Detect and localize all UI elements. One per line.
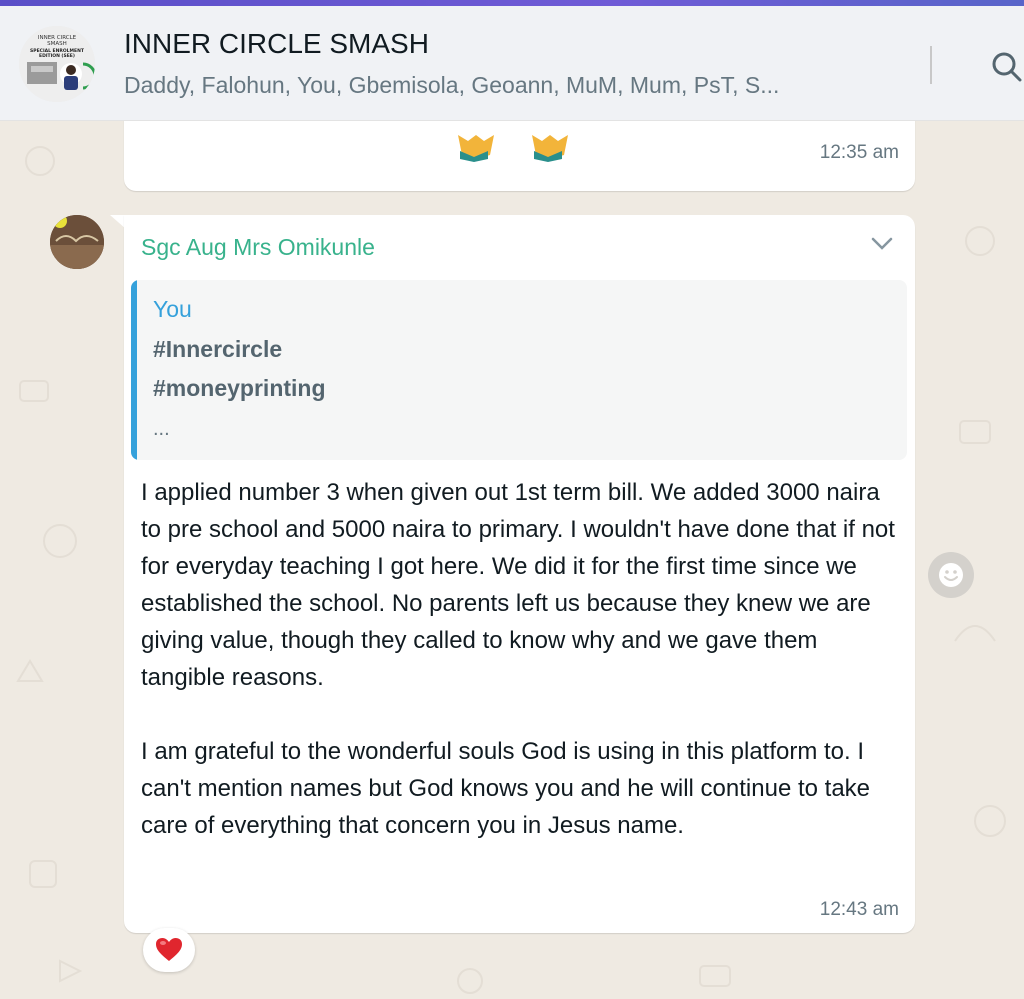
- chevron-down-icon: [871, 237, 893, 250]
- quote-author: You: [153, 296, 192, 322]
- search-icon: [992, 52, 1022, 82]
- heart-icon: [156, 938, 182, 961]
- search-button[interactable]: [990, 48, 1024, 88]
- sender-name[interactable]: Sgc Aug Mrs Omikunle: [141, 234, 375, 261]
- group-title[interactable]: INNER CIRCLE SMASH: [124, 28, 429, 60]
- message-menu-button[interactable]: [871, 237, 893, 251]
- quote-accent-bar: [131, 280, 137, 460]
- group-avatar[interactable]: INNER CIRCLE SMASH SPECIAL ENROLMENT EDI…: [19, 26, 95, 102]
- conversation-panel[interactable]: 12:35 am Sgc Aug Mrs Omikunle You #Inner…: [0, 121, 1024, 999]
- group-members[interactable]: Daddy, Falohun, You, Gbemisola, Geoann, …: [124, 72, 779, 99]
- smiley-icon: [939, 563, 963, 587]
- reaction-badge[interactable]: [143, 928, 195, 972]
- folded-hands-icon: [458, 135, 568, 162]
- emoji-content: [454, 127, 584, 163]
- quote-ellipsis: ...: [153, 418, 170, 440]
- quoted-message[interactable]: You #Innercircle #moneyprinting ...: [131, 280, 907, 460]
- avatar-text-2: SMASH: [47, 41, 67, 47]
- avatar-text-4: EDITION (SEE): [39, 53, 75, 59]
- react-button[interactable]: [928, 552, 974, 598]
- message-bubble[interactable]: Sgc Aug Mrs Omikunle You #Innercircle #m…: [124, 215, 915, 933]
- message-bubble[interactable]: 12:35 am: [124, 121, 915, 191]
- quote-line: #Innercircle: [153, 336, 283, 362]
- message-time: 12:35 am: [819, 142, 899, 163]
- header-divider: [930, 46, 932, 84]
- chat-header[interactable]: INNER CIRCLE SMASH SPECIAL ENROLMENT EDI…: [0, 6, 1024, 121]
- message-text: I applied number 3 when given out 1st te…: [141, 479, 895, 839]
- quote-line: #moneyprinting: [153, 375, 326, 401]
- message-time: 12:43 am: [819, 899, 899, 920]
- sender-avatar[interactable]: [50, 215, 104, 269]
